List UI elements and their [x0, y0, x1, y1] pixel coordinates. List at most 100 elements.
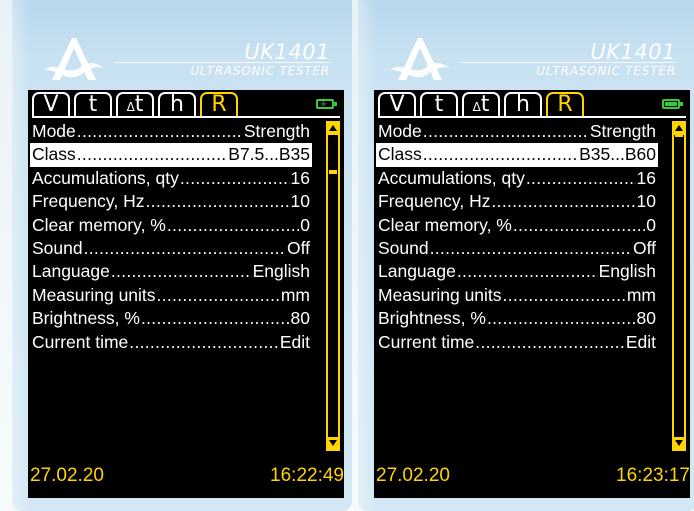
scroll-thumb[interactable] — [329, 170, 337, 174]
menu-item-class[interactable]: Class B7.5...B35 — [30, 143, 312, 167]
leader-dots — [487, 307, 636, 330]
menu-item-value: mm — [626, 284, 656, 305]
menu-item-label: Language — [378, 261, 456, 282]
battery-charging-icon: ⏚ — [316, 98, 337, 109]
leader-dots — [167, 214, 299, 237]
menu-item-label: Language — [32, 261, 110, 282]
menu-item-accumulations[interactable]: Accumulations, qty 16 — [30, 167, 312, 190]
menu-item-brightness[interactable]: Brightness, % 80 — [376, 307, 658, 330]
tab-underline — [378, 116, 686, 118]
leader-dots — [457, 260, 598, 283]
delta-symbol: Δ — [126, 100, 135, 114]
menu-item-label: Mode — [32, 121, 76, 141]
leader-dots — [180, 167, 290, 190]
leader-dots — [526, 167, 636, 190]
tab-delta-t[interactable]: Δt — [116, 92, 154, 116]
tab-r[interactable]: R — [200, 92, 238, 116]
tab-delta-t-label: t — [480, 92, 490, 117]
delta-symbol: Δ — [472, 100, 481, 114]
menu-item-value: Edit — [279, 331, 310, 352]
arrow-up-icon[interactable] — [328, 123, 338, 135]
menu-item-language[interactable]: Language English — [376, 260, 658, 283]
menu-item-value: Edit — [625, 331, 656, 352]
menu-item-label: Accumulations, qty — [378, 167, 525, 188]
menu-item-label: Brightness, % — [378, 308, 486, 329]
menu-item-label: Sound — [378, 237, 429, 258]
menu-item-label: Current time — [378, 331, 475, 352]
arrow-down-icon[interactable] — [674, 437, 684, 449]
menu-item-label: Clear memory, % — [32, 214, 166, 235]
menu-item-label: Class — [32, 144, 76, 165]
menu-item-value: Strength — [243, 121, 310, 141]
menu-item-value: Off — [632, 237, 656, 258]
menu-item-mode[interactable]: Mode Strength — [30, 120, 312, 143]
menu-item-measuring-units[interactable]: Measuring units mm — [376, 284, 658, 307]
battery-full-icon — [662, 99, 683, 109]
leader-dots — [146, 190, 290, 213]
leader-dots — [492, 190, 636, 213]
status-date: 27.02.20 — [376, 465, 450, 486]
menu-item-value: 0 — [300, 214, 310, 235]
menu-item-frequency[interactable]: Frequency, Hz 10 — [376, 190, 658, 213]
menu-item-mode[interactable]: Mode Strength — [376, 120, 658, 143]
menu-item-value: 10 — [636, 191, 656, 212]
tab-r[interactable]: R — [546, 92, 584, 116]
menu-item-clear-memory[interactable]: Clear memory, % 0 — [376, 214, 658, 237]
leader-dots — [129, 331, 279, 354]
leader-dots — [77, 120, 243, 143]
menu-item-value: 80 — [636, 308, 656, 329]
scrollbar[interactable] — [672, 121, 686, 451]
battery-body — [665, 102, 677, 106]
tab-delta-t-label: t — [134, 92, 144, 117]
menu-item-value: 10 — [290, 191, 310, 212]
akustik-logo-icon — [390, 38, 450, 80]
tab-bar: V t Δt h R — [378, 90, 686, 118]
menu-item-brightness[interactable]: Brightness, % 80 — [30, 307, 312, 330]
scroll-thumb[interactable] — [675, 133, 683, 137]
menu-item-label: Current time — [32, 331, 129, 352]
status-time: 16:22:49 — [270, 465, 344, 486]
lcd-screen: V t Δt h R Mode Strength Class B35...B60 A… — [374, 90, 690, 498]
menu-item-measuring-units[interactable]: Measuring units mm — [30, 284, 312, 307]
menu-item-clear-memory[interactable]: Clear memory, % 0 — [30, 214, 312, 237]
model-name: UK1401 — [244, 40, 330, 64]
tab-t[interactable]: t — [420, 92, 458, 116]
device-left: UK1401 ULTRASONIC TESTER V t Δt h R ⏚ Mo… — [12, 0, 352, 511]
leader-dots — [503, 284, 626, 307]
tab-h[interactable]: h — [504, 92, 542, 116]
tab-v[interactable]: V — [32, 92, 70, 116]
leader-dots — [513, 214, 645, 237]
tab-t[interactable]: t — [74, 92, 112, 116]
device-subtitle: ULTRASONIC TESTER — [536, 64, 676, 78]
menu-item-sound[interactable]: Sound Off — [376, 237, 658, 260]
tab-v[interactable]: V — [378, 92, 416, 116]
menu-item-language[interactable]: Language English — [30, 260, 312, 283]
brand-header: UK1401 ULTRASONIC TESTER — [12, 6, 352, 86]
plug-mark: ⏚ — [319, 98, 329, 108]
scrollbar[interactable] — [326, 121, 340, 451]
menu-item-label: Frequency, Hz — [32, 191, 145, 212]
menu-item-label: Measuring units — [32, 284, 156, 305]
tab-bar: V t Δt h R ⏚ — [32, 90, 340, 118]
menu-item-accumulations[interactable]: Accumulations, qty 16 — [376, 167, 658, 190]
menu-item-class[interactable]: Class B35...B60 — [376, 143, 658, 167]
menu-item-label: Mode — [378, 121, 422, 141]
leader-dots — [423, 120, 589, 143]
tab-underline — [32, 116, 340, 118]
menu-item-sound[interactable]: Sound Off — [30, 237, 312, 260]
menu-item-value: 0 — [646, 214, 656, 235]
menu-item-value: English — [252, 261, 310, 282]
brand-header: UK1401 ULTRASONIC TESTER — [358, 6, 694, 86]
tab-h[interactable]: h — [158, 92, 196, 116]
menu-item-frequency[interactable]: Frequency, Hz 10 — [30, 190, 312, 213]
settings-menu: Mode Strength Class B35...B60 Accumulation… — [376, 120, 658, 354]
leader-dots — [157, 284, 280, 307]
settings-menu: Mode Strength Class B7.5...B35 Accumulatio… — [30, 120, 312, 354]
status-date: 27.02.20 — [30, 465, 104, 486]
menu-item-current-time[interactable]: Current time Edit — [376, 331, 658, 354]
tab-delta-t[interactable]: Δt — [462, 92, 500, 116]
arrow-down-icon[interactable] — [328, 437, 338, 449]
akustik-logo-icon — [44, 38, 104, 80]
device-right: UK1401 ULTRASONIC TESTER V t Δt h R Mode… — [358, 0, 694, 511]
menu-item-current-time[interactable]: Current time Edit — [30, 331, 312, 354]
